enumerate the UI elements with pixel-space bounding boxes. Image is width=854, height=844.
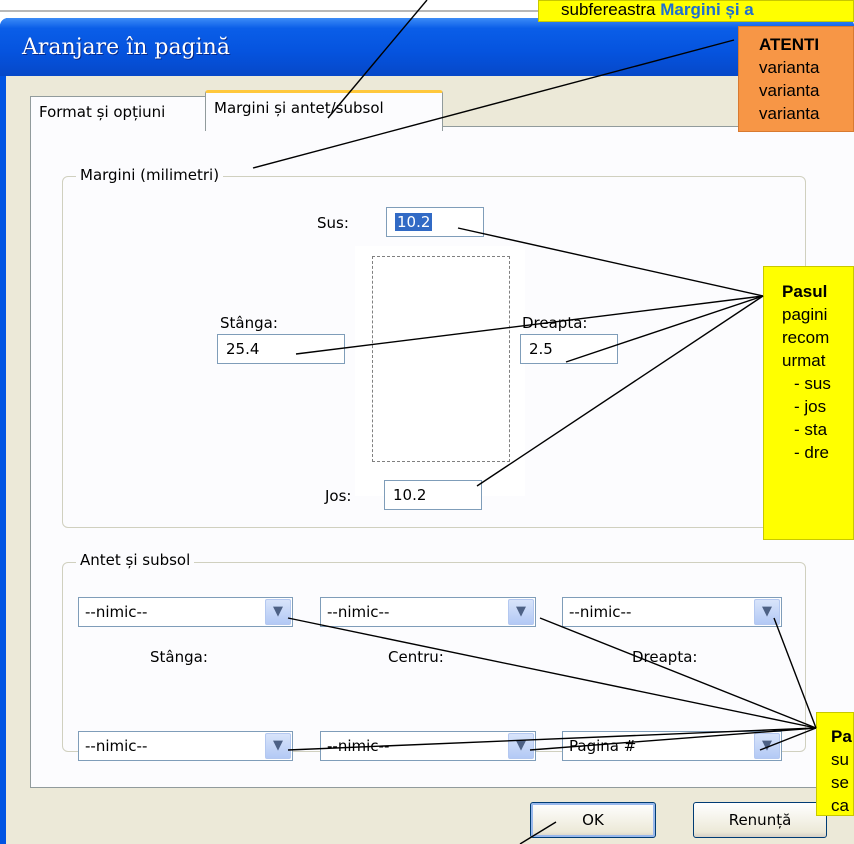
- footer-center-select[interactable]: --nimic-- ▼: [320, 731, 536, 761]
- attention-callout-line: varianta: [759, 81, 820, 100]
- margins-step-title: Pasul: [782, 282, 828, 301]
- margins-step-line: - sus: [794, 374, 831, 393]
- margins-step-line: pagini: [782, 305, 828, 324]
- top-margin-field[interactable]: 10.2: [386, 207, 484, 237]
- margins-step-line: - dre: [794, 443, 829, 462]
- right-margin-value: 2.5: [529, 340, 553, 358]
- bottom-margin-value: 10.2: [393, 486, 427, 504]
- chevron-down-icon[interactable]: ▼: [508, 599, 534, 625]
- page-preview: [372, 256, 510, 462]
- column-left-label: Stânga:: [150, 648, 208, 666]
- attention-callout-title: ATENTI: [759, 35, 820, 54]
- chevron-down-icon[interactable]: ▼: [265, 733, 291, 759]
- top-divider: [0, 10, 600, 12]
- margins-step-line: urmat: [782, 351, 826, 370]
- left-margin-value: 25.4: [226, 340, 260, 358]
- attention-callout-line: varianta: [759, 58, 820, 77]
- top-callout-link: Margini și a: [660, 0, 754, 19]
- tab-label: Format și opțiuni: [39, 103, 166, 121]
- chevron-down-icon[interactable]: ▼: [754, 733, 780, 759]
- bottom-margin-label: Jos:: [325, 487, 352, 505]
- header-step-line: ca: [831, 796, 849, 815]
- footer-right-value: Pagina #: [569, 737, 637, 755]
- cancel-button[interactable]: Renunță: [693, 802, 827, 838]
- header-left-value: --nimic--: [85, 603, 148, 621]
- right-margin-label: Dreapta:: [522, 314, 588, 332]
- left-margin-label: Stânga:: [220, 314, 278, 332]
- right-margin-field[interactable]: 2.5: [520, 334, 618, 364]
- margins-step-callout: Pasul pagini recom urmat - sus - jos - s…: [763, 266, 854, 540]
- header-step-callout: Pa su se ca sa: [816, 712, 854, 816]
- attention-callout: ATENTI varianta varianta varianta: [738, 26, 854, 132]
- top-callout: subfereastra Margini și a: [538, 0, 854, 22]
- margins-step-line: recom: [782, 328, 830, 347]
- dialog-title: Aranjare în pagină: [22, 35, 230, 60]
- left-margin-field[interactable]: 25.4: [217, 334, 345, 364]
- top-margin-value: 10.2: [395, 213, 433, 231]
- column-right-label: Dreapta:: [632, 648, 698, 666]
- margins-group-label: Margini (milimetri): [76, 166, 224, 184]
- ok-button[interactable]: OK: [530, 802, 656, 838]
- footer-left-value: --nimic--: [85, 737, 148, 755]
- header-step-line: se: [831, 773, 849, 792]
- tab-margins-header-footer[interactable]: Margini și antet/subsol: [205, 90, 443, 131]
- header-center-select[interactable]: --nimic-- ▼: [320, 597, 536, 627]
- chevron-down-icon[interactable]: ▼: [754, 599, 780, 625]
- margins-step-line: - jos: [794, 397, 827, 416]
- header-right-select[interactable]: --nimic-- ▼: [562, 597, 782, 627]
- tab-label: Margini și antet/subsol: [214, 99, 384, 117]
- footer-left-select[interactable]: --nimic-- ▼: [78, 731, 293, 761]
- header-center-value: --nimic--: [327, 603, 390, 621]
- footer-center-value: --nimic--: [327, 737, 390, 755]
- footer-right-select[interactable]: Pagina # ▼: [562, 731, 782, 761]
- header-step-title: Pa: [831, 727, 852, 746]
- header-footer-group-label: Antet și subsol: [76, 551, 195, 569]
- attention-callout-line: varianta: [759, 104, 820, 123]
- top-margin-label: Sus:: [317, 214, 349, 232]
- header-step-line: su: [831, 750, 849, 769]
- margins-step-line: - sta: [794, 420, 828, 439]
- bottom-margin-field[interactable]: 10.2: [384, 480, 482, 510]
- top-callout-text: subfereastra: [561, 0, 661, 19]
- column-center-label: Centru:: [388, 648, 444, 666]
- tab-format-options[interactable]: Format și opțiuni: [30, 96, 206, 127]
- header-left-select[interactable]: --nimic-- ▼: [78, 597, 293, 627]
- chevron-down-icon[interactable]: ▼: [265, 599, 291, 625]
- chevron-down-icon[interactable]: ▼: [508, 733, 534, 759]
- header-right-value: --nimic--: [569, 603, 632, 621]
